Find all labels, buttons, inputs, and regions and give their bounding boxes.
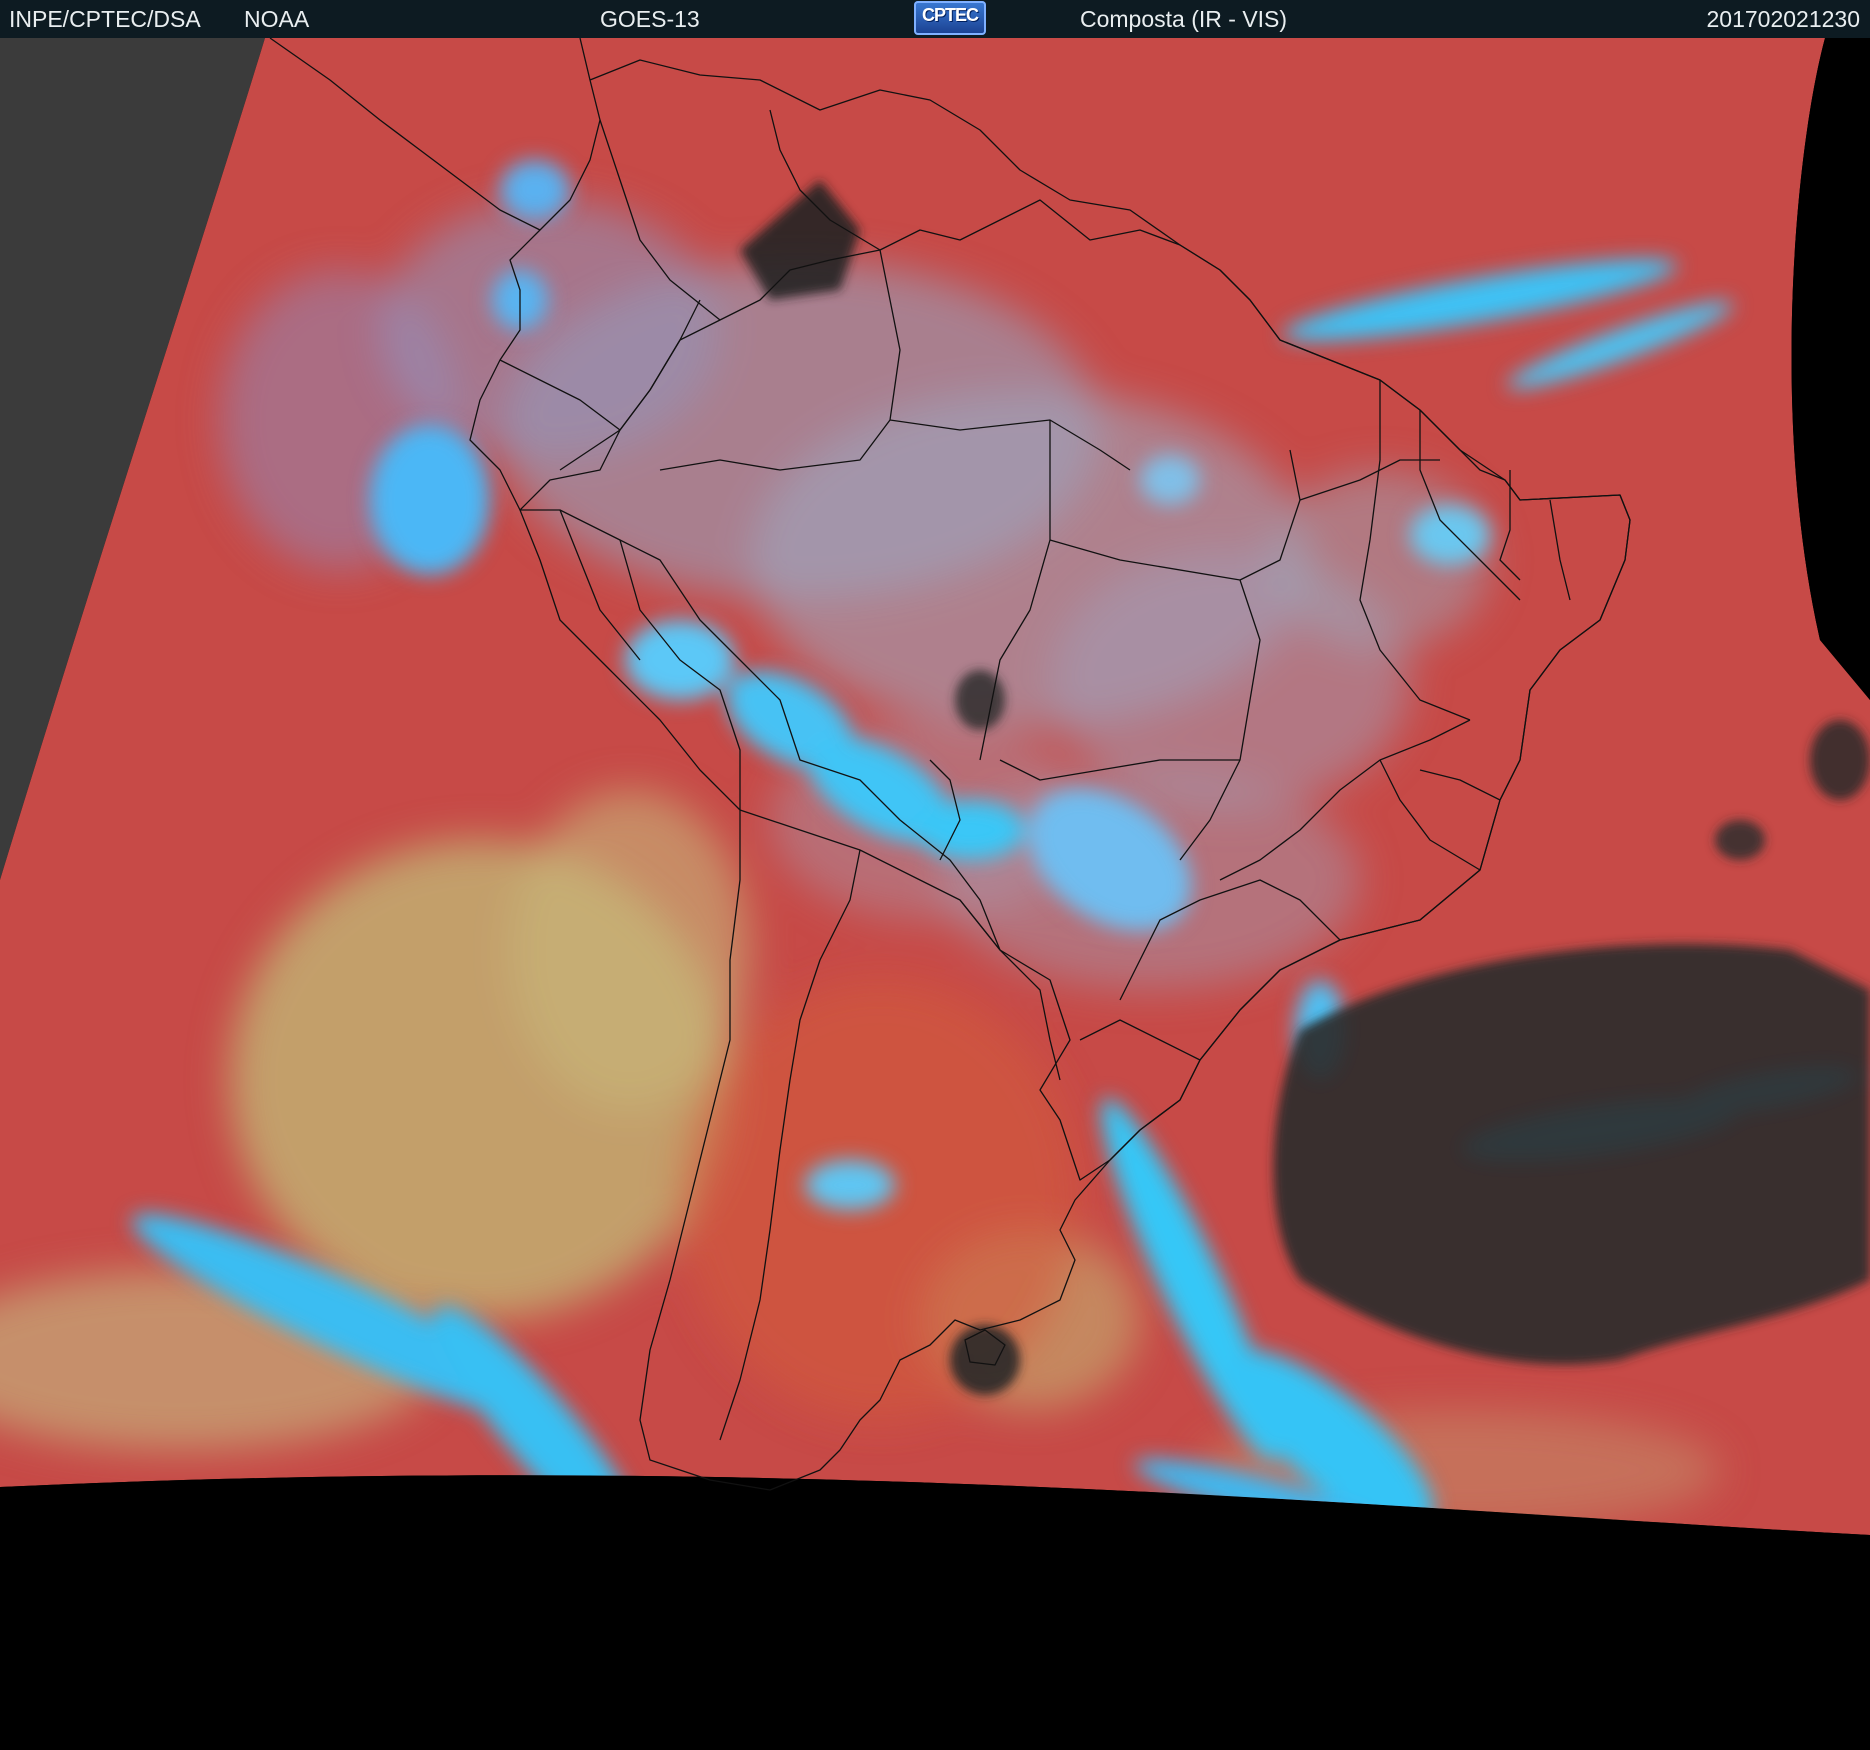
source-label: INPE/CPTEC/DSA: [9, 6, 201, 32]
logo-text: CPTEC: [921, 5, 979, 25]
product-label: Composta (IR - VIS): [1080, 6, 1288, 32]
header-bar: INPE/CPTEC/DSA NOAA GOES-13 CPTEC Compos…: [0, 0, 1870, 38]
cptec-logo: CPTEC: [914, 1, 986, 35]
agency-label: NOAA: [244, 6, 310, 32]
timestamp-label: 201702021230: [1706, 6, 1861, 32]
satellite-composite-map: [0, 38, 1870, 1750]
dark-region-south-atlantic: [1273, 943, 1870, 1365]
satellite-label: GOES-13: [600, 6, 700, 32]
